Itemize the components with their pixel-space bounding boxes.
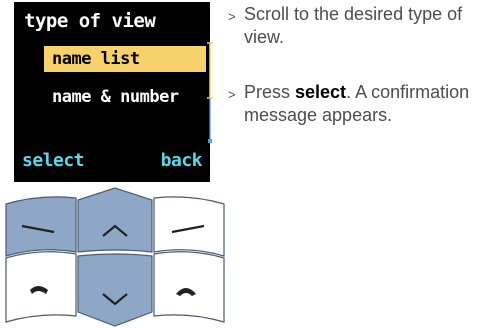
- instruction-step-2: > Press select. A confirmation message a…: [226, 81, 488, 127]
- end-key[interactable]: [153, 251, 225, 323]
- bullet-marker: >: [228, 87, 236, 102]
- call-key[interactable]: [5, 251, 77, 323]
- bullet-marker: >: [228, 9, 236, 24]
- menu-item-name-and-number[interactable]: name & number: [44, 84, 187, 110]
- instruction-text-2-pre: Press: [244, 82, 296, 102]
- softkey-back[interactable]: back: [161, 150, 203, 171]
- left-selection-key[interactable]: [5, 196, 77, 257]
- instruction-text-2: Press select. A confirmation message app…: [244, 81, 488, 127]
- menu-item-name-list[interactable]: name list: [44, 46, 206, 72]
- keypad: [5, 187, 225, 327]
- softkey-select[interactable]: select: [22, 150, 85, 171]
- screen-title: type of view: [24, 10, 156, 32]
- instruction-step-1: > Scroll to the desired type of view.: [226, 3, 488, 49]
- select-keyword: select: [295, 82, 347, 102]
- instruction-text-1: Scroll to the desired type of view.: [244, 4, 463, 47]
- scroll-up-key[interactable]: [77, 187, 153, 253]
- scrollbar[interactable]: [206, 42, 214, 160]
- scrollbar-dot: [208, 139, 212, 143]
- right-selection-key[interactable]: [153, 196, 225, 257]
- scroll-down-key[interactable]: [77, 253, 153, 327]
- phone-screen: type of view name list name & number sel…: [14, 2, 213, 182]
